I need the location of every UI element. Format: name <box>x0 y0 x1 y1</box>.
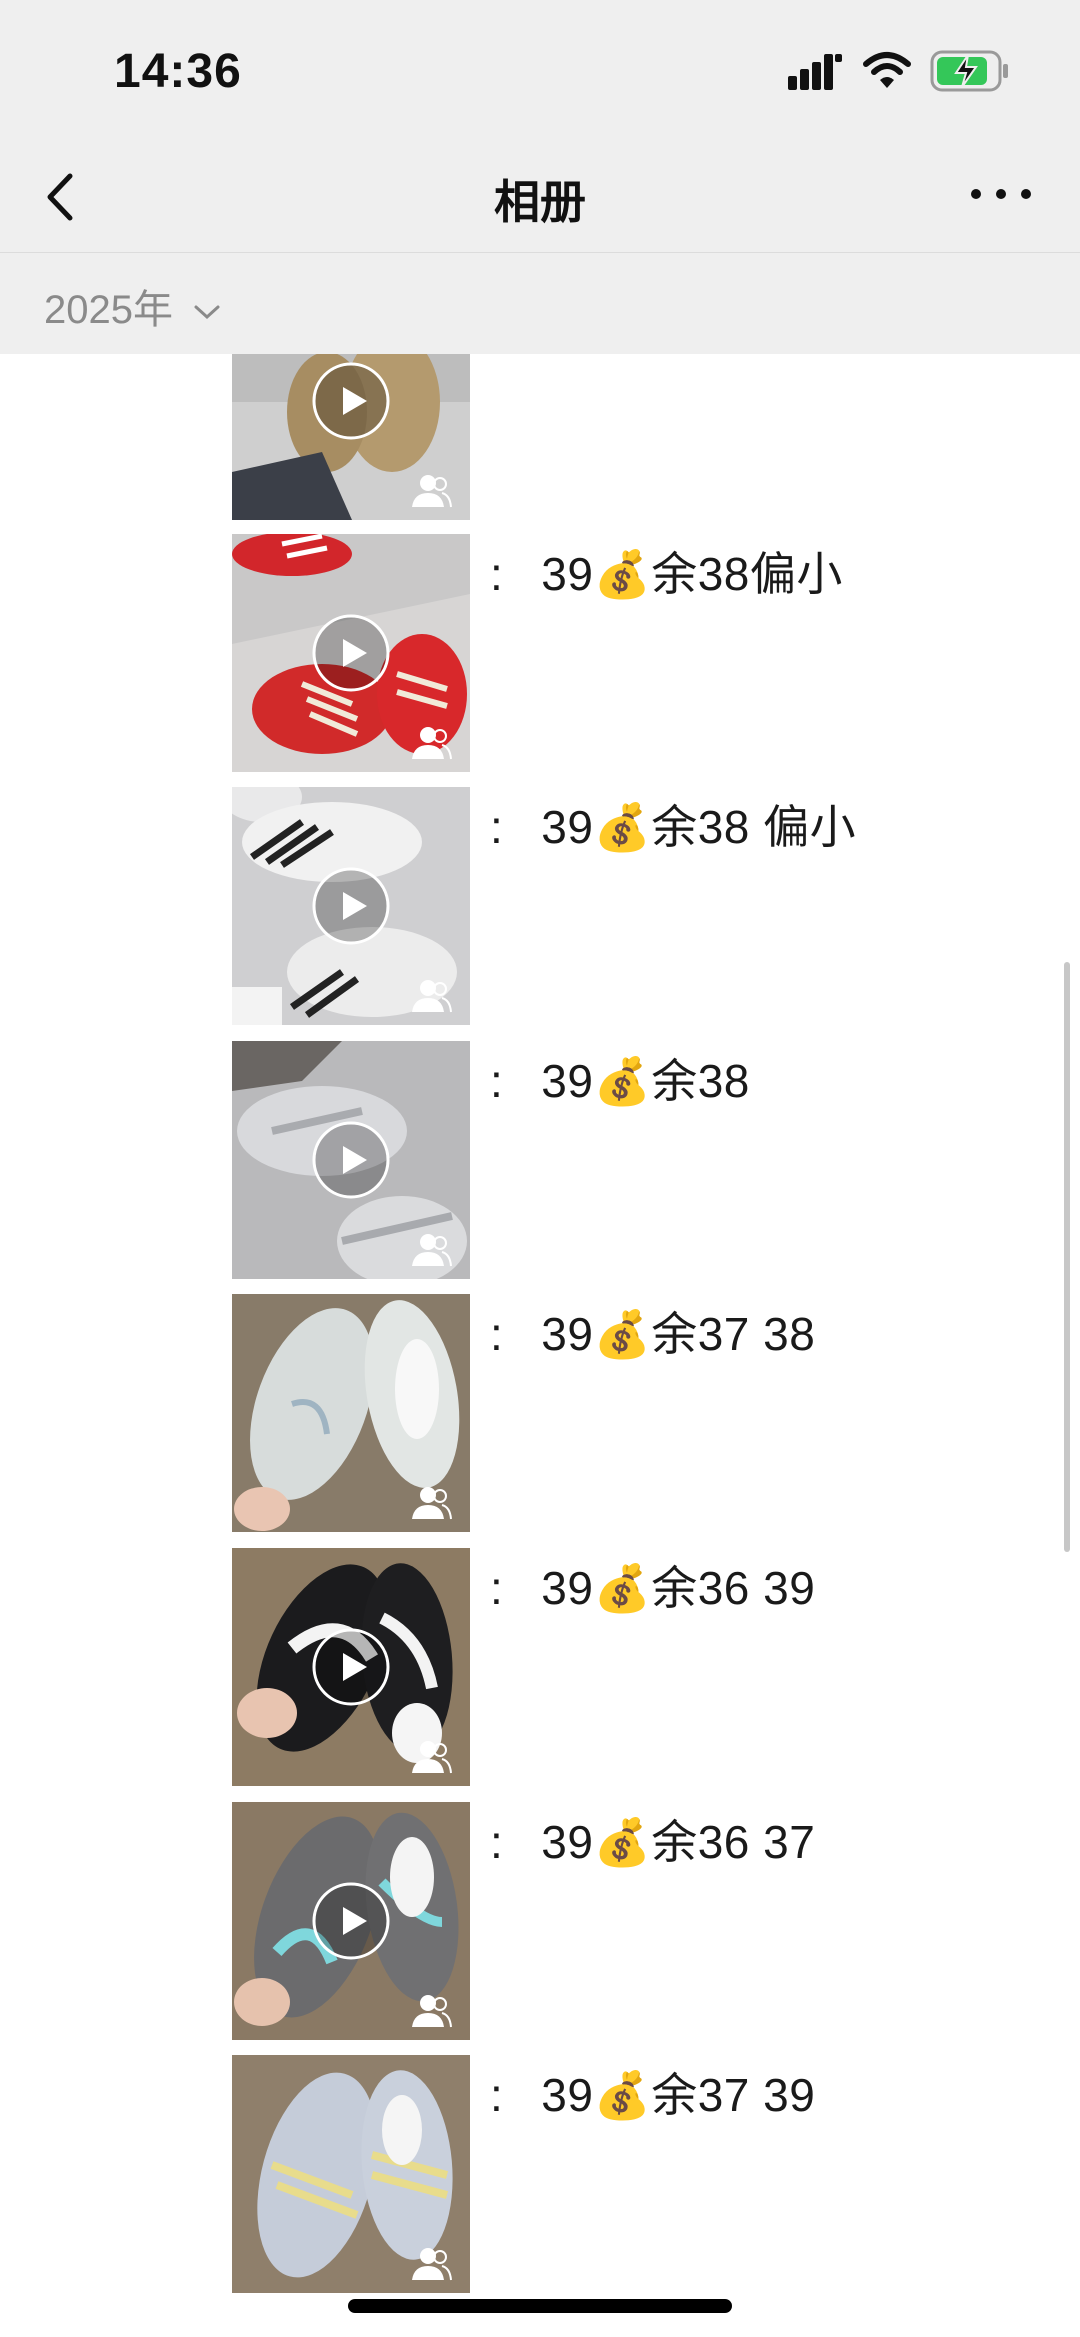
album-feed: :39💰余38偏小 :39💰余38 偏小: 39💰余38: 39💰余37 3… <box>0 354 1080 2337</box>
list-item: :39💰余38偏小 <box>0 534 1080 772</box>
page-title: 相册 <box>494 176 586 228</box>
nav-bar: 相册 <box>0 140 1080 252</box>
list-item <box>0 354 1080 520</box>
post-caption: :39💰余36 39 <box>490 1562 816 1614</box>
list-item: :39💰余38 偏小 <box>0 787 1080 1025</box>
list-item: :39💰余37 38 <box>0 1294 1080 1532</box>
post-caption: :39💰余38 <box>490 1055 750 1107</box>
media-thumbnail[interactable] <box>232 1294 470 1532</box>
header: 14:36 相册 2025年 <box>0 0 1080 354</box>
friends-visible-icon <box>412 2248 452 2281</box>
friends-visible-icon <box>412 475 452 508</box>
play-icon <box>312 1628 390 1706</box>
post-caption: :39💰余36 37 <box>490 1816 816 1868</box>
play-icon <box>312 614 390 692</box>
play-icon <box>312 1121 390 1199</box>
post-caption: :39💰余37 38 <box>490 1308 816 1360</box>
friends-visible-icon <box>412 980 452 1013</box>
cellular-signal-icon <box>788 54 842 90</box>
post-caption: :39💰余37 39 <box>490 2069 816 2121</box>
wifi-icon <box>863 52 911 88</box>
list-item: :39💰余37 39 <box>0 2055 1080 2293</box>
list-item: :39💰余36 39 <box>0 1548 1080 1786</box>
media-thumbnail[interactable] <box>232 1802 470 2040</box>
chevron-down-icon <box>194 305 220 320</box>
post-caption: :39💰余38 偏小 <box>490 801 857 853</box>
friends-visible-icon <box>412 727 452 760</box>
status-time: 14:36 <box>114 45 242 98</box>
play-icon <box>312 1882 390 1960</box>
media-thumbnail[interactable] <box>232 1548 470 1786</box>
media-thumbnail[interactable] <box>232 1041 470 1279</box>
list-item: :39💰余36 37 <box>0 1802 1080 2040</box>
play-icon <box>312 867 390 945</box>
vertical-scrollbar[interactable] <box>1064 962 1070 1552</box>
post-caption: :39💰余38偏小 <box>490 548 843 600</box>
year-selector[interactable]: 2025年 <box>44 277 222 335</box>
more-options-icon[interactable] <box>966 170 1036 220</box>
play-icon <box>312 362 390 440</box>
friends-visible-icon <box>412 1741 452 1774</box>
media-thumbnail[interactable] <box>232 534 470 772</box>
list-item: :39💰余38 <box>0 1041 1080 1279</box>
media-thumbnail[interactable] <box>232 354 470 520</box>
battery-charging-icon <box>930 50 1008 92</box>
media-thumbnail[interactable] <box>232 787 470 1025</box>
friends-visible-icon <box>412 1234 452 1267</box>
friends-visible-icon <box>412 1995 452 2028</box>
friends-visible-icon <box>412 1487 452 1520</box>
year-filter-bar: 2025年 <box>0 252 1080 355</box>
status-bar: 14:36 <box>0 0 1080 140</box>
media-thumbnail[interactable] <box>232 2055 470 2293</box>
home-indicator[interactable] <box>348 2299 732 2313</box>
year-label: 2025年 <box>44 288 173 332</box>
